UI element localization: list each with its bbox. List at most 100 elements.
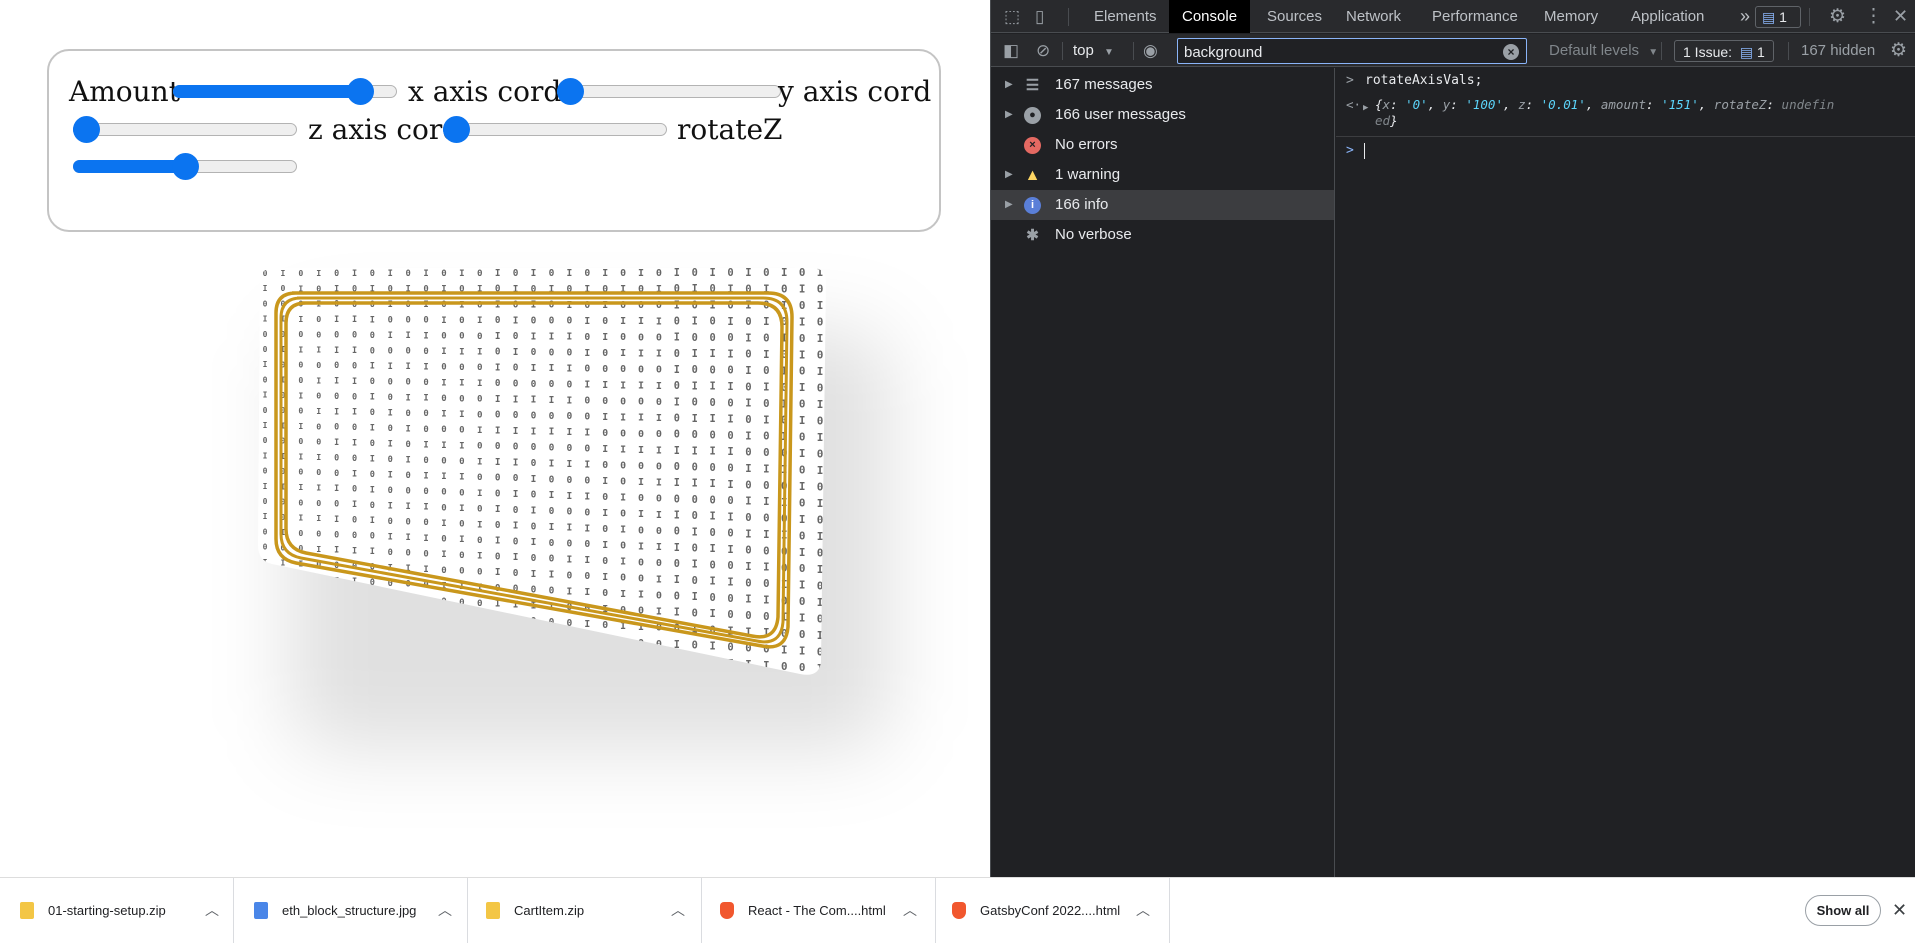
clear-console-icon[interactable]: ⊘: [1036, 34, 1050, 67]
chevron-up-icon[interactable]: ︿: [1136, 878, 1150, 943]
log-levels-dropdown[interactable]: Default levels ▼: [1549, 34, 1658, 69]
settings-gear-icon[interactable]: ⚙: [1829, 0, 1846, 33]
binary-digit: 0: [370, 346, 375, 356]
inspect-element-icon[interactable]: ⬚: [1004, 0, 1020, 33]
binary-digit: I: [727, 691, 733, 703]
binary-digit: 0: [602, 684, 608, 695]
binary-digit: I: [459, 473, 464, 483]
close-devtools-icon[interactable]: ✕: [1893, 0, 1908, 33]
binary-digit: I: [406, 533, 411, 543]
binary-digit: I: [316, 575, 321, 585]
binary-digit: I: [727, 446, 733, 458]
binary-digit: 0: [263, 345, 268, 354]
more-options-icon[interactable]: ⋮: [1864, 0, 1883, 33]
binary-digit: I: [584, 651, 590, 662]
binary-digit: I: [263, 421, 268, 430]
expand-arrow-icon[interactable]: ▶: [1005, 160, 1013, 190]
issues-badge-button[interactable]: ▤ 1: [1755, 6, 1801, 28]
live-expression-eye-icon[interactable]: ◉: [1143, 34, 1158, 67]
binary-digit: I: [745, 365, 751, 377]
binary-digit: 0: [459, 332, 464, 342]
binary-digit: 0: [692, 494, 698, 506]
console-filter[interactable]: ×: [1177, 38, 1527, 64]
sidebar-item-warnings[interactable]: ▶ ▲ 1 warning: [991, 160, 1334, 190]
binary-digit: 0: [567, 570, 573, 581]
sidebar-item-info[interactable]: ▶ i 166 info: [991, 190, 1334, 220]
binary-digit: I: [745, 463, 751, 475]
binary-digit: 0: [459, 598, 464, 608]
sidebar-item-verbose[interactable]: ✱ No verbose: [991, 220, 1334, 250]
download-item[interactable]: GatsbyConf 2022....html ︿: [936, 878, 1170, 943]
binary-digit: 0: [263, 269, 268, 278]
binary-digit: I: [567, 523, 573, 534]
binary-digit: 0: [441, 456, 446, 466]
console-settings-gear-icon[interactable]: ⚙: [1890, 34, 1907, 67]
device-toolbar-icon[interactable]: ▯: [1035, 0, 1044, 33]
clear-filter-icon[interactable]: ×: [1503, 44, 1519, 60]
binary-digit: I: [263, 284, 268, 293]
expand-arrow-icon[interactable]: ▶: [1005, 190, 1013, 220]
tab-elements[interactable]: Elements: [1081, 0, 1170, 33]
binary-digit: 0: [370, 578, 375, 588]
binary-digit: I: [674, 397, 680, 408]
tab-application[interactable]: Application: [1618, 0, 1717, 33]
binary-digit: I: [406, 626, 411, 636]
download-item[interactable]: React - The Com....html ︿: [702, 878, 936, 943]
binary-digit: I: [352, 408, 357, 418]
close-downloads-bar-icon[interactable]: ✕: [1892, 878, 1907, 943]
chevron-up-icon[interactable]: ︿: [205, 878, 219, 943]
tab-console[interactable]: Console: [1169, 0, 1251, 33]
sidebar-item-errors[interactable]: × No errors: [991, 130, 1334, 160]
object-preview[interactable]: {x: '0', y: '100', z: '0.01', amount: '1…: [1375, 97, 1905, 129]
sidebar-item-user-messages[interactable]: ▶ ● 166 user messages: [991, 100, 1334, 130]
binary-digit: I: [602, 540, 608, 551]
expand-object-icon[interactable]: ▶: [1363, 103, 1368, 113]
binary-digit: I: [584, 380, 590, 391]
binary-digit: 0: [709, 690, 715, 702]
binary-digit: 0: [423, 456, 428, 466]
binary-digit: 0: [817, 514, 824, 527]
context-selector[interactable]: top ▼: [1073, 34, 1114, 67]
binary-digit: 0: [477, 409, 483, 420]
filter-input[interactable]: [1184, 42, 1484, 62]
sidebar-toggle-icon[interactable]: ◧: [1003, 34, 1019, 67]
binary-digit: I: [352, 670, 357, 680]
binary-digit: I: [334, 314, 339, 324]
expand-arrow-icon[interactable]: ▶: [1005, 100, 1013, 130]
binary-digit: 0: [406, 642, 411, 652]
chevron-up-icon[interactable]: ︿: [438, 878, 452, 943]
binary-digit: I: [370, 594, 375, 604]
binary-digit: 0: [459, 426, 464, 436]
tab-performance[interactable]: Performance: [1419, 0, 1531, 33]
binary-digit: I: [334, 514, 339, 524]
binary-digit: I: [459, 535, 464, 545]
download-item[interactable]: 01-starting-setup.zip ︿: [0, 878, 234, 943]
binary-digit: 0: [477, 535, 483, 546]
expand-arrow-icon[interactable]: ▶: [1005, 70, 1013, 100]
tab-memory[interactable]: Memory: [1531, 0, 1611, 33]
binary-digit: I: [656, 574, 662, 585]
tab-sources[interactable]: Sources: [1254, 0, 1335, 33]
download-item[interactable]: CartItem.zip ︿: [468, 878, 702, 943]
binary-digit: I: [620, 653, 626, 664]
tab-network[interactable]: Network: [1333, 0, 1414, 33]
binary-digit: I: [334, 545, 339, 555]
binary-digit: 0: [370, 532, 375, 542]
chevron-up-icon[interactable]: ︿: [671, 878, 685, 943]
binary-digit: 0: [799, 431, 806, 444]
download-item[interactable]: eth_block_structure.jpg ︿: [234, 878, 468, 943]
sidebar-item-messages[interactable]: ▶ ☰ 167 messages: [991, 70, 1334, 100]
show-all-downloads-button[interactable]: Show all: [1805, 895, 1881, 926]
chevron-up-icon[interactable]: ︿: [903, 878, 917, 943]
binary-digit: 0: [584, 412, 590, 423]
binary-digit: I: [513, 315, 519, 326]
binary-digit: 0: [745, 545, 751, 557]
binary-digit: I: [316, 345, 321, 355]
binary-digit: 0: [584, 268, 590, 279]
downloads-bar: 01-starting-setup.zip ︿ eth_block_struct…: [0, 877, 1915, 943]
binary-digit: 0: [263, 436, 268, 445]
issues-counter-button[interactable]: 1 Issue: ▤ 1: [1674, 40, 1774, 62]
binary-digit: 0: [763, 479, 769, 492]
binary-digit: 0: [513, 363, 519, 374]
console-prompt-line[interactable]: >: [1336, 140, 1915, 162]
